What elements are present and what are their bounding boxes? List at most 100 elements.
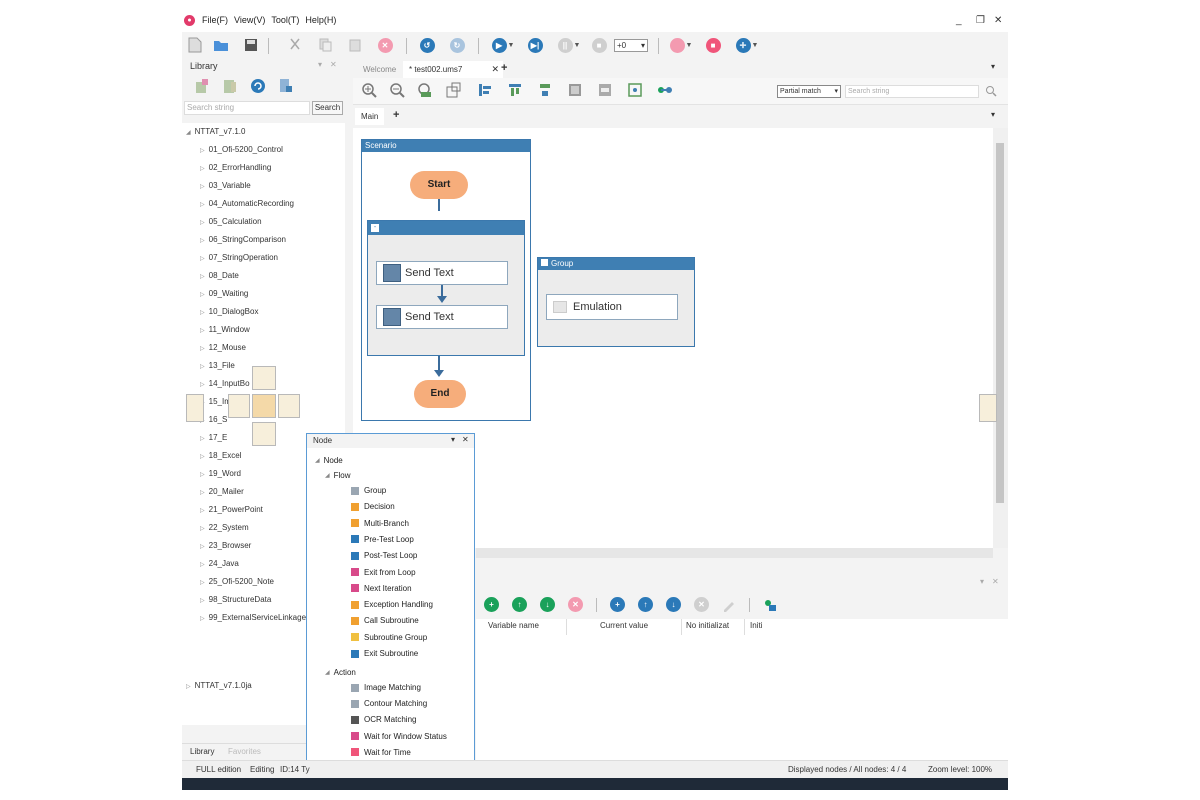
library-search-button[interactable]: Search	[312, 101, 343, 115]
dock-left-guide[interactable]	[186, 394, 204, 422]
distribute-icon[interactable]	[537, 82, 553, 98]
tree-root[interactable]: ◢ NTTAT_v7.1.0	[186, 127, 245, 136]
tab-favorites[interactable]: Favorites	[228, 747, 261, 756]
node-item[interactable]: OCR Matching	[351, 715, 416, 724]
library-item[interactable]: ▷ 09_Waiting	[200, 289, 248, 298]
library-item[interactable]: ▷ 02_ErrorHandling	[200, 163, 271, 172]
delete-variable-icon[interactable]: ✕	[568, 597, 583, 612]
library-item[interactable]: ▷ 98_StructureData	[200, 595, 271, 604]
col-no-initialization[interactable]: No initializat	[686, 621, 729, 630]
dock-left-target[interactable]	[228, 394, 250, 418]
zoom-in-icon[interactable]	[361, 82, 377, 98]
node-item[interactable]: Subroutine Group	[351, 633, 427, 642]
library-item[interactable]: ▷ 10_DialogBox	[200, 307, 258, 316]
target-button[interactable]: ✛ ▼	[734, 36, 760, 54]
dock-fill-target[interactable]	[252, 394, 276, 418]
collapse-group-icon[interactable]: -	[371, 224, 379, 232]
pause-button[interactable]: || ▼	[556, 36, 582, 54]
close-tab-icon[interactable]: ✕	[491, 61, 499, 78]
dock-right-target[interactable]	[278, 394, 300, 418]
library-item[interactable]: ▷ 18_Excel	[200, 451, 242, 460]
dock-bottom-target[interactable]	[252, 422, 276, 446]
library-item[interactable]: ▷ 24_Java	[200, 559, 239, 568]
dock-top-target[interactable]	[252, 366, 276, 390]
edit-icon[interactable]	[722, 598, 736, 612]
library-item[interactable]: ▷ 03_Variable	[200, 181, 251, 190]
library-item[interactable]: ▷ 05_Calculation	[200, 217, 262, 226]
node-item[interactable]: Next Iteration	[351, 584, 412, 593]
move-down-icon[interactable]: ↓	[540, 597, 555, 612]
library-item[interactable]: ▷ 12_Mouse	[200, 343, 246, 352]
node-tree-action[interactable]: ◢ Action	[325, 668, 356, 677]
dock-right-guide[interactable]	[979, 394, 997, 422]
menu-view[interactable]: View(V)	[234, 15, 265, 25]
library-item[interactable]: ▷ 21_PowerPoint	[200, 505, 263, 514]
menu-tool[interactable]: Tool(T)	[271, 15, 299, 25]
node-item[interactable]: Image Matching	[351, 683, 421, 692]
node-item[interactable]: Decision	[351, 502, 395, 511]
node-item[interactable]: Exit from Loop	[351, 568, 416, 577]
add-canvas-tab-icon[interactable]: +	[393, 109, 399, 121]
canvas-vertical-scrollbar[interactable]	[993, 128, 1008, 548]
minimize-button[interactable]: _	[956, 15, 962, 26]
add-variable-icon[interactable]: +	[484, 597, 499, 612]
node-panel-header[interactable]: Node ▾ ✕	[307, 434, 474, 448]
speed-select[interactable]: +0 ▾	[614, 39, 648, 52]
end-node[interactable]: End	[414, 380, 466, 408]
send-text-node-2[interactable]: Send Text	[376, 305, 508, 329]
node-tree-flow[interactable]: ◢ Flow	[325, 471, 351, 480]
new-file-button[interactable]	[186, 36, 204, 54]
add-tab-icon[interactable]: +	[501, 62, 507, 74]
send-text-node-1[interactable]: Send Text	[376, 261, 508, 285]
emulation-node[interactable]: Emulation	[546, 294, 678, 320]
node-item[interactable]: Post-Test Loop	[351, 551, 417, 560]
search-icon[interactable]	[985, 85, 997, 97]
tab-list-icon[interactable]: ▾	[991, 62, 995, 71]
library-item[interactable]: ▷ 11_Window	[200, 325, 250, 334]
pin-icon[interactable]: ▾	[451, 435, 455, 444]
library-item[interactable]: ▷ 17_E	[200, 433, 227, 442]
refresh-icon[interactable]	[250, 78, 266, 94]
variable-settings-icon[interactable]	[763, 598, 777, 612]
cut-button[interactable]	[286, 36, 304, 54]
copy-button[interactable]	[316, 36, 334, 54]
match-mode-select[interactable]: Partial match ▾	[777, 85, 841, 98]
item-up-icon[interactable]: ↑	[638, 597, 653, 612]
library-item[interactable]: ▷ 19_Word	[200, 469, 241, 478]
align-left-icon[interactable]	[477, 82, 493, 98]
tab-test002[interactable]: * test002.ums7 ✕	[403, 61, 503, 78]
canvas-horizontal-scrollbar[interactable]	[476, 548, 993, 558]
library-item[interactable]: ▷ 22_System	[200, 523, 249, 532]
undo-button[interactable]: ↺	[418, 36, 436, 54]
start-node[interactable]: Start	[410, 171, 468, 199]
library-item[interactable]: ▷ 06_StringComparison	[200, 235, 286, 244]
designer-search-input[interactable]: Search string	[845, 85, 979, 98]
scenario-frame[interactable]: Scenario Start - Send Text Send Text End	[361, 139, 531, 421]
node-item[interactable]: Contour Matching	[351, 699, 427, 708]
library-item[interactable]: ▷ 07_StringOperation	[200, 253, 278, 262]
layout-icon[interactable]	[445, 82, 461, 98]
close-button[interactable]: ✕	[994, 15, 1002, 26]
align-top-icon[interactable]	[507, 82, 523, 98]
item-down-icon[interactable]: ↓	[666, 597, 681, 612]
same-width-icon[interactable]	[597, 82, 613, 98]
connect-icon[interactable]	[657, 82, 673, 98]
library-item[interactable]: ▷16_S	[200, 415, 227, 424]
pin-icon[interactable]: ▾	[318, 60, 322, 69]
library-item[interactable]: ▷ 01_Ofi-5200_Control	[200, 145, 283, 154]
run-button[interactable]: ▶ ▼	[490, 36, 516, 54]
pin-icon[interactable]: ▾	[980, 577, 984, 586]
tab-main[interactable]: Main	[355, 108, 385, 125]
library-item[interactable]: ▷ 08_Date	[200, 271, 239, 280]
node-item[interactable]: Exception Handling	[351, 600, 433, 609]
delete-button[interactable]: ✕	[376, 36, 394, 54]
tab-library[interactable]: Library	[190, 747, 214, 756]
inner-group[interactable]: - Send Text Send Text	[367, 220, 525, 356]
fit-zoom-icon[interactable]	[417, 82, 433, 98]
tree-root-2[interactable]: ▷ NTTAT_v7.1.0ja	[186, 681, 252, 690]
add-item-icon[interactable]: +	[610, 597, 625, 612]
redo-button[interactable]: ↻	[448, 36, 466, 54]
close-icon[interactable]: ✕	[462, 435, 469, 444]
node-item[interactable]: Wait for Time	[351, 748, 411, 757]
paste-button[interactable]	[346, 36, 364, 54]
